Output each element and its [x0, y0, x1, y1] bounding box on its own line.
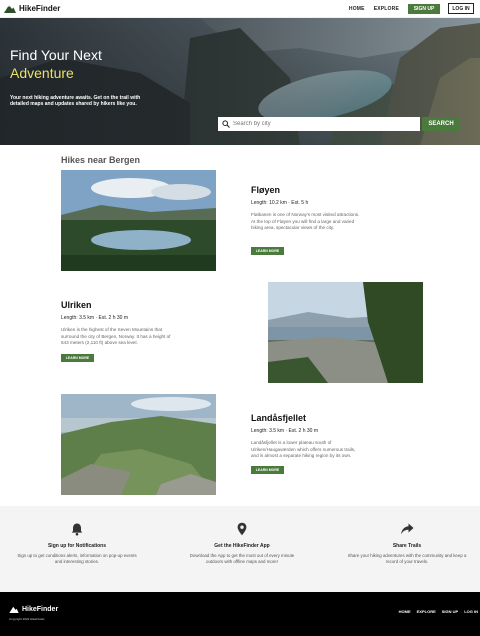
feature-description: Download the App to get the most out of …: [189, 553, 295, 564]
feature-title: Get the HikeFinder App: [214, 543, 270, 549]
trail-meta: Length: 10.2 km · Est. 5 h: [251, 200, 309, 206]
section-title: Hikes near Bergen: [61, 155, 141, 165]
learn-more-button[interactable]: LEARN MORE: [251, 466, 284, 474]
trail-name[interactable]: Fløyen: [251, 185, 280, 195]
nav-explore-link[interactable]: EXPLORE: [374, 6, 399, 12]
footer-brand[interactable]: HikeFinder: [9, 606, 58, 613]
login-button[interactable]: LOG IN: [448, 3, 474, 14]
feature-title: Sign up for Notifications: [47, 543, 107, 549]
signup-button[interactable]: SIGN UP: [408, 3, 440, 14]
trail-description: Ulriken is the highest of the Seven Moun…: [61, 327, 171, 345]
feature-title: Share Trails: [392, 543, 422, 549]
search-input[interactable]: [233, 121, 413, 127]
map-pin-icon: [237, 522, 247, 536]
trail-meta: Length: 3.5 km · Est. 2 h 30 m: [251, 428, 318, 434]
features-section: Sign up for Notifications Sign up to get…: [0, 506, 480, 592]
hero-title-line2: Adventure: [10, 65, 74, 81]
trail-description: Landåsfjellet is a lower plateau south o…: [251, 440, 356, 458]
top-navbar: HikeFinder HOME EXPLORE SIGN UP LOG IN: [0, 0, 480, 18]
footer: HikeFinder Copyright 2022 HikeFinder HOM…: [0, 592, 480, 636]
footer-signup-link[interactable]: SIGN UP: [442, 609, 458, 614]
footer-brand-name: HikeFinder: [22, 606, 59, 613]
bell-icon: [71, 523, 83, 536]
feature-description: Share your hiking adventures with the co…: [347, 553, 467, 564]
hero-title-line1: Find Your Next: [10, 47, 102, 63]
feature-description: Sign up to get conditions alerts, inform…: [17, 553, 137, 564]
brand-logo[interactable]: HikeFinder: [4, 4, 60, 13]
share-icon: [401, 523, 414, 535]
trail-photo-ulriken[interactable]: [268, 282, 423, 383]
search-icon: [222, 120, 230, 128]
footer-links: HOME EXPLORE SIGN UP LOG IN: [393, 609, 478, 614]
trail-name[interactable]: Ulriken: [61, 300, 92, 310]
footer-home-link[interactable]: HOME: [399, 609, 411, 614]
trail-description: Fløibanen is one of Norway's most visite…: [251, 212, 360, 230]
search-button[interactable]: SEARCH: [422, 117, 460, 131]
trail-photo-landasfjellet[interactable]: [61, 394, 216, 495]
trail-name[interactable]: Landåsfjellet: [251, 413, 306, 423]
learn-more-button[interactable]: LEARN MORE: [61, 354, 94, 362]
trail-meta: Length: 3.5 km · Est. 2 h 30 m: [61, 315, 128, 321]
search-box[interactable]: [218, 117, 420, 131]
nav-links: HOME EXPLORE SIGN UP LOG IN: [349, 3, 474, 14]
footer-explore-link[interactable]: EXPLORE: [417, 609, 436, 614]
search-bar: SEARCH: [218, 117, 460, 131]
copyright-text: Copyright 2022 HikeFinder: [9, 617, 45, 621]
brand-name: HikeFinder: [19, 4, 61, 13]
trail-photo-floyen[interactable]: [61, 170, 216, 271]
mountain-logo-icon: [9, 606, 19, 613]
mountain-logo-icon: [4, 5, 16, 13]
hero-subtitle: Your next hiking adventure awaits. Get o…: [10, 95, 141, 107]
nav-home-link[interactable]: HOME: [349, 6, 365, 12]
learn-more-button[interactable]: LEARN MORE: [251, 247, 284, 255]
hero-banner: Find Your Next Adventure Your next hikin…: [0, 18, 480, 145]
footer-login-link[interactable]: LOG IN: [464, 609, 478, 614]
